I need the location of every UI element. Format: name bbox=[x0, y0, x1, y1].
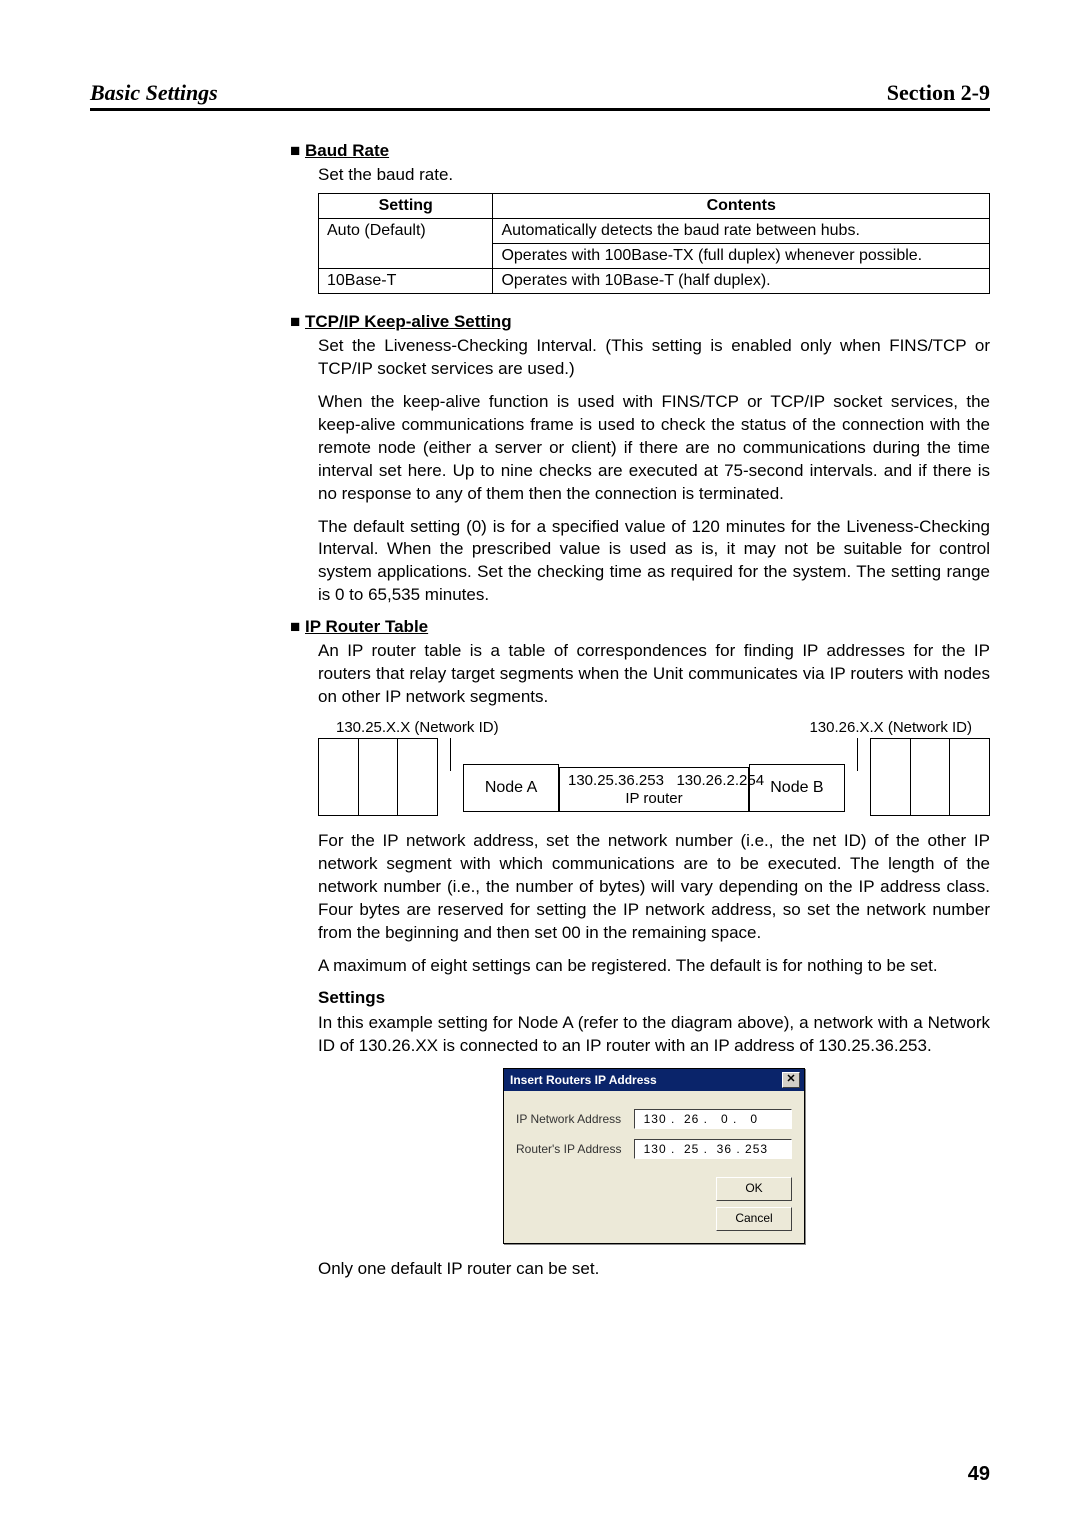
cancel-button[interactable]: Cancel bbox=[716, 1207, 792, 1231]
table-header-row: Setting Contents bbox=[319, 193, 990, 218]
label-router-ip: Router's IP Address bbox=[516, 1142, 626, 1156]
table-row: Auto (Default) Automatically detects the… bbox=[319, 218, 990, 243]
router-p4: In this example setting for Node A (refe… bbox=[318, 1012, 990, 1058]
td-contents: Operates with 10Base-T (half duplex). bbox=[493, 268, 990, 293]
dialog-figure: Insert Routers IP Address ✕ IP Network A… bbox=[318, 1068, 990, 1244]
baud-rate-table: Setting Contents Auto (Default) Automati… bbox=[318, 193, 990, 294]
net-id-right: 130.26.X.X (Network ID) bbox=[809, 719, 972, 736]
content-column: ■ Baud Rate Set the baud rate. Setting C… bbox=[290, 141, 990, 1281]
tap-node-b bbox=[845, 738, 870, 816]
heading-baud-rate: ■ Baud Rate bbox=[290, 141, 990, 161]
page-header: Basic Settings Section 2-9 bbox=[90, 80, 990, 111]
bullet-square-icon: ■ bbox=[290, 617, 305, 636]
bullet-square-icon: ■ bbox=[290, 141, 305, 160]
node-a-box: Node A bbox=[463, 764, 559, 812]
network-right-box bbox=[870, 738, 990, 816]
header-left: Basic Settings bbox=[90, 80, 218, 106]
dialog-title-text: Insert Routers IP Address bbox=[510, 1073, 657, 1087]
router-p1: An IP router table is a table of corresp… bbox=[318, 640, 990, 709]
label-ip-network: IP Network Address bbox=[516, 1112, 626, 1126]
heading-ip-router: ■ IP Router Table bbox=[290, 617, 990, 637]
bullet-square-icon: ■ bbox=[290, 312, 305, 331]
td-setting: Auto (Default) bbox=[319, 218, 493, 268]
close-icon[interactable]: ✕ bbox=[782, 1072, 800, 1088]
td-contents: Automatically detects the baud rate betw… bbox=[493, 218, 990, 243]
page-number: 49 bbox=[968, 1463, 990, 1486]
ok-button[interactable]: OK bbox=[716, 1177, 792, 1201]
insert-router-dialog: Insert Routers IP Address ✕ IP Network A… bbox=[503, 1068, 805, 1244]
router-p3: A maximum of eight settings can be regis… bbox=[318, 955, 990, 978]
router-p2: For the IP network address, set the netw… bbox=[318, 830, 990, 945]
net-id-left: 130.25.X.X (Network ID) bbox=[336, 719, 499, 736]
ip-router-label: IP router bbox=[568, 790, 740, 807]
heading-keepalive: ■ TCP/IP Keep-alive Setting bbox=[290, 312, 990, 332]
input-ip-network[interactable]: 130 . 26 . 0 . 0 bbox=[634, 1109, 792, 1129]
settings-label: Settings bbox=[318, 988, 990, 1008]
keepalive-p1: Set the Liveness-Checking Interval. (Thi… bbox=[318, 335, 990, 381]
keepalive-p2: When the keep-alive function is used wit… bbox=[318, 391, 990, 506]
ip-right: 130.26.2.254 bbox=[676, 772, 764, 789]
td-setting: 10Base-T bbox=[319, 268, 493, 293]
keepalive-p3: The default setting (0) is for a specifi… bbox=[318, 516, 990, 608]
td-contents: Operates with 100Base-TX (full duplex) w… bbox=[493, 243, 990, 268]
dialog-titlebar: Insert Routers IP Address ✕ bbox=[504, 1069, 804, 1091]
table-row: 10Base-T Operates with 10Base-T (half du… bbox=[319, 268, 990, 293]
baud-rate-intro: Set the baud rate. bbox=[318, 164, 990, 187]
th-setting: Setting bbox=[319, 193, 493, 218]
input-router-ip[interactable]: 130 . 25 . 36 . 253 bbox=[634, 1139, 792, 1159]
router-p5: Only one default IP router can be set. bbox=[318, 1258, 990, 1281]
ip-left: 130.25.36.253 bbox=[568, 772, 664, 789]
network-left-box bbox=[318, 738, 438, 816]
header-right: Section 2-9 bbox=[887, 80, 990, 106]
ip-router-block: 130.25.36.253 130.26.2.254 IP router bbox=[559, 738, 749, 816]
page: Basic Settings Section 2-9 ■ Baud Rate S… bbox=[0, 0, 1080, 1528]
tap-node-a bbox=[438, 738, 463, 816]
router-diagram: 130.25.X.X (Network ID) 130.26.X.X (Netw… bbox=[318, 719, 990, 816]
th-contents: Contents bbox=[493, 193, 990, 218]
